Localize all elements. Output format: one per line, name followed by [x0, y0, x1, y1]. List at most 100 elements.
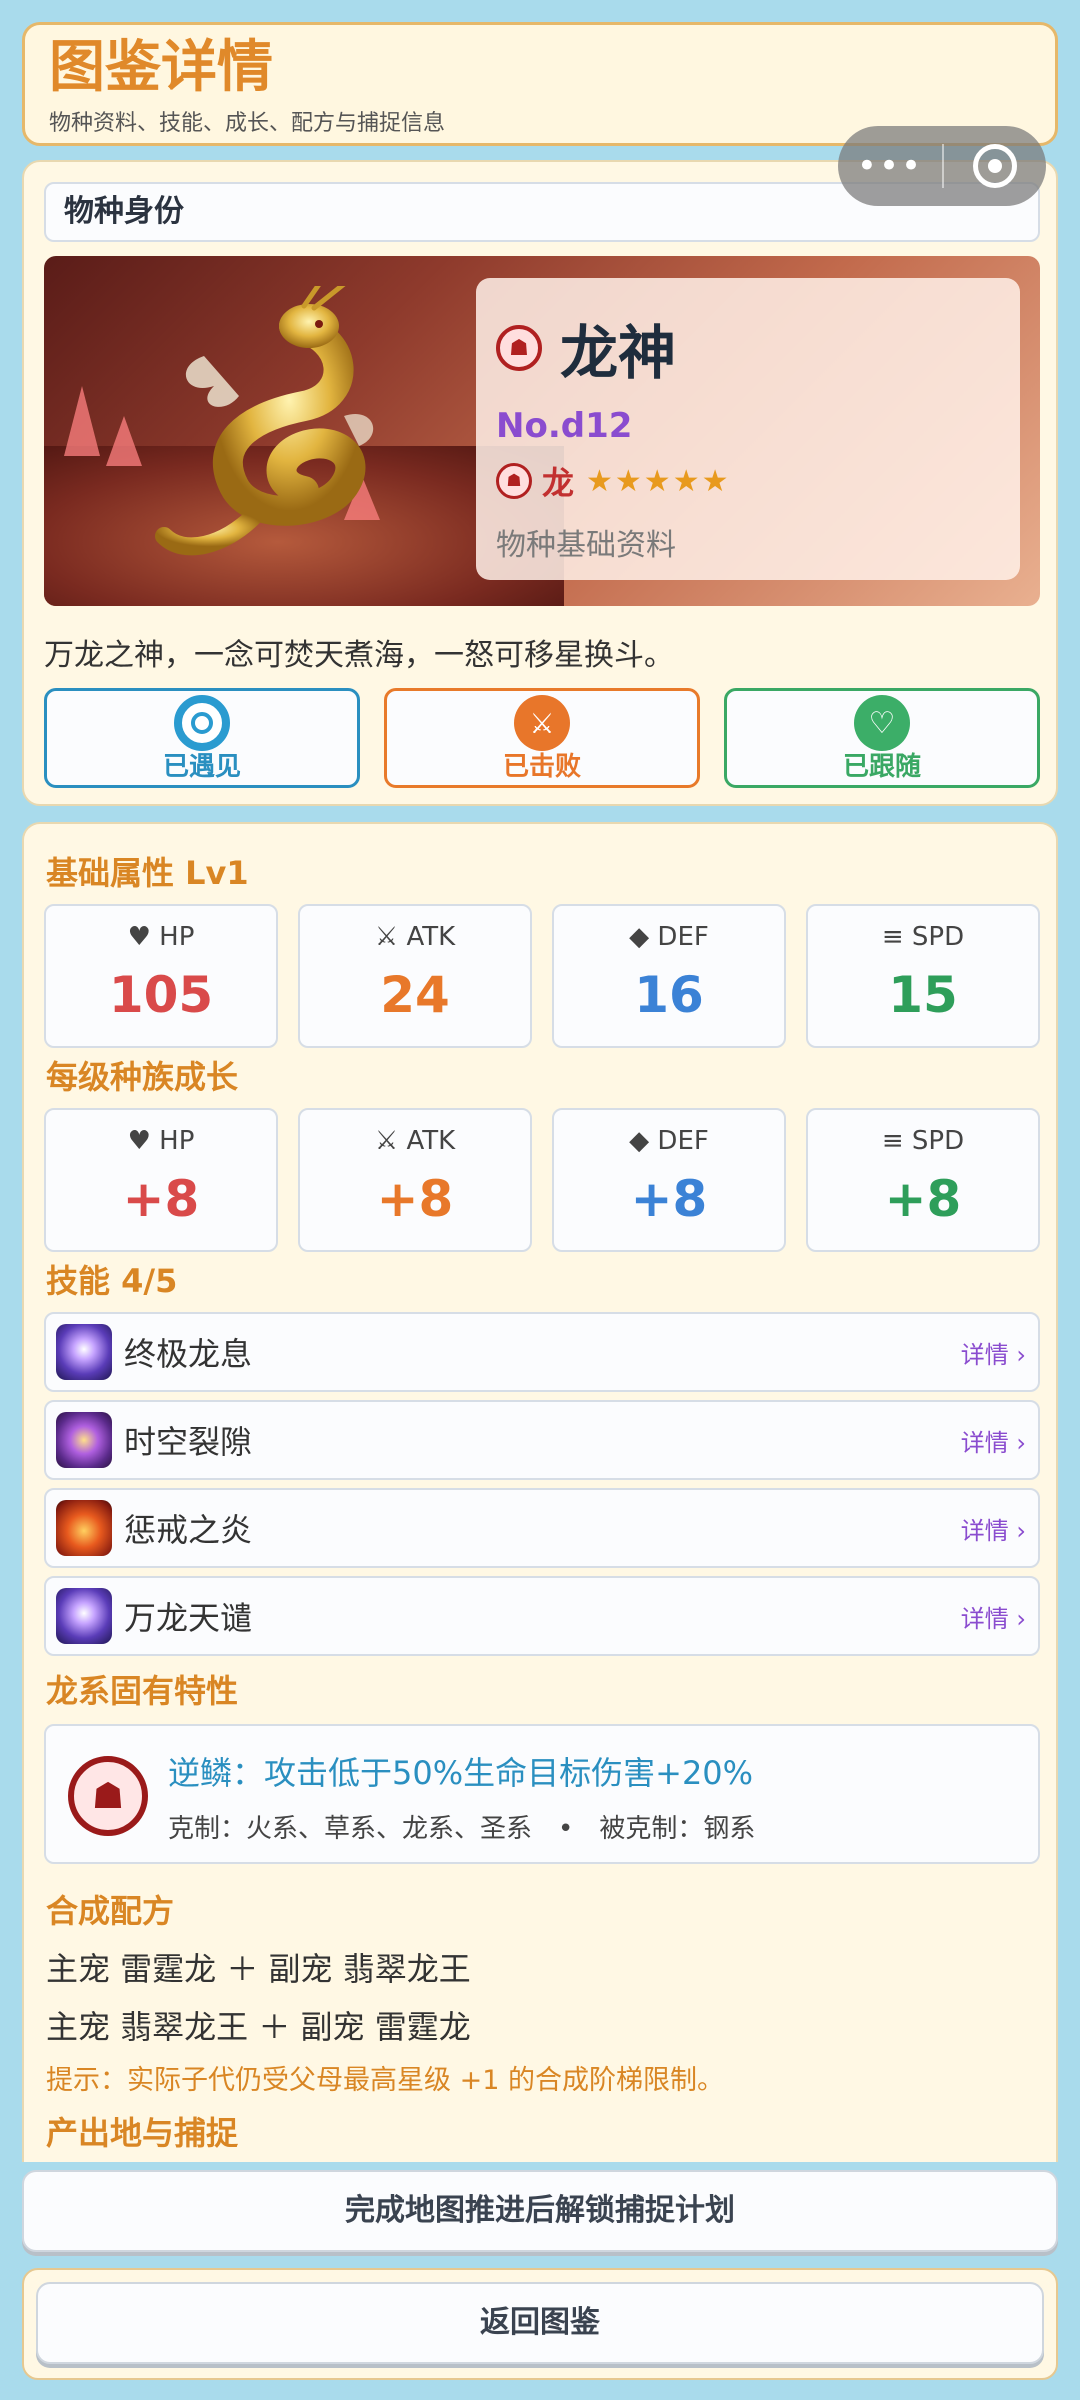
skill-item[interactable]: 时空裂隙 详情 › — [44, 1400, 1040, 1480]
heart-icon: ♡ — [854, 695, 910, 751]
unlock-capture-plan-button[interactable]: 完成地图推进后解锁捕捉计划 — [22, 2170, 1058, 2252]
growth-spd-key: ≡ SPD — [808, 1126, 1038, 1156]
skill-detail-link[interactable]: 详情 › — [961, 1335, 1026, 1370]
growth-def-label: DEF — [657, 1126, 709, 1156]
growth-heading: 每级种族成长 — [46, 1058, 239, 1096]
stat-hp: ♥ HP 105 — [44, 904, 278, 1048]
status-met-button[interactable]: 已遇见 — [44, 688, 360, 788]
recipe-line: 主宠 翡翠龙王 ＋ 副宠 雷霆龙 — [46, 2008, 471, 2046]
skill-detail-link[interactable]: 详情 › — [961, 1511, 1026, 1546]
species-name: 龙神 — [560, 319, 677, 387]
speed-lines-icon: ≡ — [881, 1126, 904, 1156]
dragon-illustration — [155, 286, 374, 556]
skill-detail-link[interactable]: 详情 › — [961, 1599, 1026, 1634]
stat-def: ◆ DEF 16 — [552, 904, 786, 1048]
crystal-decoration — [64, 386, 100, 456]
stat-spd: ≡ SPD 15 — [806, 904, 1040, 1048]
growth-hp: ♥ HP +8 — [44, 1108, 278, 1252]
growth-hp-key: ♥ HP — [46, 1126, 276, 1156]
rift-icon — [56, 1412, 112, 1468]
skill-item[interactable]: 惩戒之炎 详情 › — [44, 1488, 1040, 1568]
heart-icon: ♥ — [127, 922, 151, 952]
identity-card: 物种身份 ☗ 龙神 No.d12 ☗ 龙 ★★★★★ 物种基础资料 万龙之神，一… — [22, 160, 1058, 806]
status-defeated-button[interactable]: ⚔ 已击败 — [384, 688, 700, 788]
page: 图鉴详情 物种资料、技能、成长、配方与捕捉信息 物种身份 ☗ 龙神 No.d12… — [0, 0, 1080, 2400]
stat-def-label: DEF — [657, 922, 709, 952]
skill-name: 万龙天谴 — [124, 1599, 253, 1637]
growth-def: ◆ DEF +8 — [552, 1108, 786, 1252]
details-card: 基础属性 Lv1 ♥ HP 105 ⚔ ATK 24 ◆ DEF 16 ≡ SP… — [22, 822, 1058, 2162]
growth-atk-value: +8 — [376, 1170, 454, 1228]
stat-def-value: 16 — [634, 966, 704, 1024]
growth-hp-label: HP — [159, 1126, 195, 1156]
page-title: 图鉴详情 — [49, 35, 273, 100]
growth-spd-label: SPD — [911, 1126, 965, 1156]
dragon-face-icon: ☗ — [68, 1756, 148, 1836]
growth-def-key: ◆ DEF — [554, 1126, 784, 1156]
species-banner: ☗ 龙神 No.d12 ☗ 龙 ★★★★★ 物种基础资料 — [44, 256, 1040, 606]
dragon-type-icon: ☗ — [496, 463, 532, 499]
base-stats-heading: 基础属性 Lv1 — [46, 854, 249, 892]
stat-hp-key: ♥ HP — [46, 922, 276, 952]
growth-atk: ⚔ ATK +8 — [298, 1108, 532, 1252]
trait-main: 逆鳞：攻击低于50%生命目标伤害+20% — [168, 1754, 754, 1792]
crossed-swords-icon: ⚔ — [514, 695, 570, 751]
stat-def-key: ◆ DEF — [554, 922, 784, 952]
species-type: 龙 — [542, 464, 575, 502]
close-program-icon[interactable] — [944, 144, 1046, 188]
speed-lines-icon: ≡ — [881, 922, 904, 952]
star-rating: ★★★★★ — [586, 463, 731, 499]
stat-spd-label: SPD — [911, 922, 965, 952]
species-info-subtitle: 物种基础资料 — [496, 528, 676, 563]
skills-heading: 技能 4/5 — [46, 1262, 178, 1300]
stat-atk: ⚔ ATK 24 — [298, 904, 532, 1048]
growth-grid: ♥ HP +8 ⚔ ATK +8 ◆ DEF +8 ≡ SPD +8 — [44, 1108, 1040, 1252]
type-row: ☗ 龙 ★★★★★ — [496, 458, 1000, 504]
dragon-breath-icon — [56, 1588, 112, 1644]
status-met-label: 已遇见 — [162, 752, 241, 782]
status-following-button[interactable]: ♡ 已跟随 — [724, 688, 1040, 788]
stat-atk-key: ⚔ ATK — [300, 922, 530, 952]
growth-spd: ≡ SPD +8 — [806, 1108, 1040, 1252]
more-menu-icon[interactable]: ••• — [838, 126, 942, 206]
base-stats-grid: ♥ HP 105 ⚔ ATK 24 ◆ DEF 16 ≡ SPD 15 — [44, 904, 1040, 1048]
skill-item[interactable]: 万龙天谴 详情 › — [44, 1576, 1040, 1656]
growth-def-value: +8 — [630, 1170, 708, 1228]
diamond-icon: ◆ — [629, 922, 650, 952]
species-description: 万龙之神，一念可焚天煮海，一怒可移星换斗。 — [44, 638, 674, 673]
recipe-hint: 提示：实际子代仍受父母最高星级 +1 的合成阶梯限制。 — [46, 2065, 724, 2096]
skill-detail-link[interactable]: 详情 › — [961, 1423, 1026, 1458]
skill-name: 惩戒之炎 — [124, 1511, 253, 1549]
crystal-decoration — [106, 416, 142, 466]
footer-bar: 返回图鉴 — [22, 2268, 1058, 2380]
growth-spd-value: +8 — [884, 1170, 962, 1228]
growth-hp-value: +8 — [122, 1170, 200, 1228]
name-row: ☗ 龙神 — [496, 306, 1000, 390]
stat-spd-value: 15 — [888, 966, 958, 1024]
growth-atk-key: ⚔ ATK — [300, 1126, 530, 1156]
species-number: No.d12 — [496, 406, 633, 446]
recipe-line: 主宠 雷霆龙 ＋ 副宠 翡翠龙王 — [46, 1950, 471, 1988]
skill-item[interactable]: 终极龙息 详情 › — [44, 1312, 1040, 1392]
trait-heading: 龙系固有特性 — [46, 1672, 239, 1710]
diamond-icon: ◆ — [629, 1126, 650, 1156]
eye-ring-icon — [174, 695, 230, 751]
stat-atk-label: ATK — [406, 922, 456, 952]
stat-atk-value: 24 — [380, 966, 450, 1024]
flame-icon — [56, 1500, 112, 1556]
heart-icon: ♥ — [127, 1126, 151, 1156]
species-info-box: ☗ 龙神 No.d12 ☗ 龙 ★★★★★ 物种基础资料 — [476, 278, 1020, 580]
growth-atk-label: ATK — [406, 1126, 456, 1156]
status-row: 已遇见 ⚔ 已击败 ♡ 已跟随 — [44, 688, 1040, 788]
dragon-breath-icon — [56, 1324, 112, 1380]
skill-name: 终极龙息 — [124, 1335, 253, 1373]
sword-icon: ⚔ — [374, 1126, 399, 1156]
skill-name: 时空裂隙 — [124, 1423, 253, 1461]
sword-icon: ⚔ — [374, 922, 399, 952]
capture-heading: 产出地与捕捉 — [46, 2114, 239, 2152]
trait-box: ☗ 逆鳞：攻击低于50%生命目标伤害+20% 克制：火系、草系、龙系、圣系 • … — [44, 1724, 1040, 1864]
stat-hp-label: HP — [159, 922, 195, 952]
status-defeated-label: 已击败 — [502, 752, 581, 782]
status-following-label: 已跟随 — [842, 752, 921, 782]
back-to-codex-button[interactable]: 返回图鉴 — [36, 2282, 1044, 2364]
